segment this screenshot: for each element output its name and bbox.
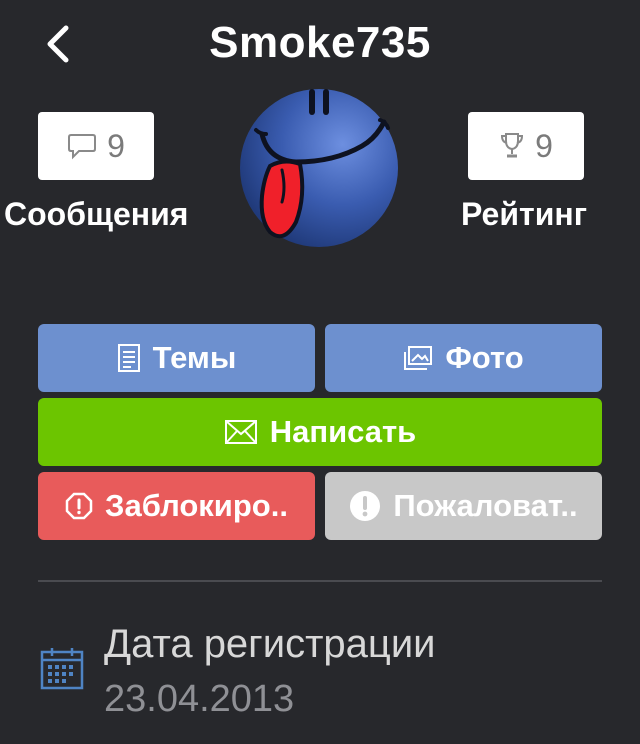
write-message-button[interactable]: Написать <box>38 398 602 466</box>
block-label: Заблокиро.. <box>105 488 288 523</box>
rating-label: Рейтинг <box>461 196 588 232</box>
report-label: Пожаловат.. <box>393 488 578 523</box>
registration-date-label: Дата регистрации <box>104 622 436 666</box>
photo-label: Фото <box>445 340 524 375</box>
messages-count: 9 <box>107 127 125 164</box>
registration-date-value: 23.04.2013 <box>104 678 295 720</box>
app-header: Smoke735 <box>0 0 640 92</box>
write-label: Написать <box>269 414 417 449</box>
document-icon <box>117 344 140 372</box>
speech-bubble-icon <box>68 134 97 160</box>
stop-octagon-icon <box>65 492 93 520</box>
rating-count-button[interactable]: 9 <box>468 112 584 180</box>
divider <box>38 580 602 582</box>
trophy-icon <box>501 133 524 158</box>
rating-count: 9 <box>535 127 553 164</box>
messages-label: Сообщения <box>4 196 189 232</box>
topics-button[interactable]: Темы <box>38 324 315 392</box>
block-user-button[interactable]: Заблокиро.. <box>38 472 315 540</box>
topics-label: Темы <box>152 340 237 375</box>
report-user-button[interactable]: Пожаловат.. <box>325 472 602 540</box>
alert-circle-icon <box>350 491 381 521</box>
smiley-tongue-icon <box>240 89 398 247</box>
calendar-icon <box>40 648 84 690</box>
avatar[interactable] <box>238 88 400 248</box>
messages-count-button[interactable]: 9 <box>38 112 154 180</box>
envelope-icon <box>224 420 257 444</box>
image-icon <box>404 346 433 370</box>
page-title: Smoke735 <box>209 18 431 67</box>
photo-button[interactable]: Фото <box>325 324 602 392</box>
